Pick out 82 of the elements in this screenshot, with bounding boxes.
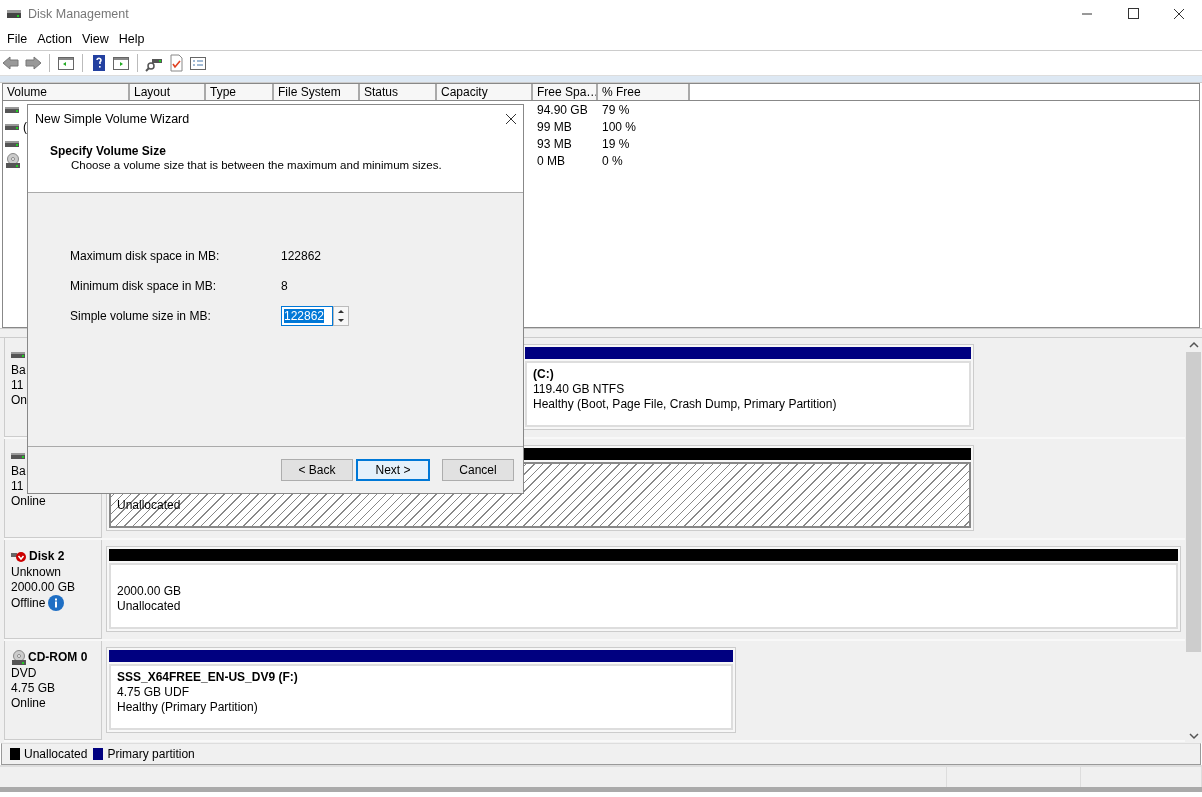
menu-item[interactable]: Help bbox=[113, 32, 150, 46]
field-label: Maximum disk space in MB: bbox=[70, 249, 221, 263]
menu-item[interactable]: File bbox=[2, 32, 33, 46]
table-cell: 99 MB bbox=[537, 119, 572, 134]
table-cell: 79 % bbox=[602, 102, 630, 117]
partition-status: Unallocated bbox=[117, 599, 182, 614]
help-icon[interactable] bbox=[90, 54, 108, 72]
disk-info: On bbox=[11, 393, 27, 408]
spin-buttons[interactable] bbox=[333, 306, 349, 326]
disk-drive-icon bbox=[5, 105, 19, 114]
wizard-heading: Specify Volume Size bbox=[50, 144, 167, 158]
disk-info: 11 bbox=[11, 479, 24, 494]
column-header[interactable]: Type bbox=[206, 84, 274, 100]
partition-status: Healthy (Primary Partition) bbox=[117, 700, 259, 715]
partition-size: 119.40 GB NTFS bbox=[533, 382, 626, 397]
menu-item[interactable]: Action bbox=[32, 32, 77, 46]
forward-arrow-icon[interactable] bbox=[24, 54, 42, 72]
disk-drive-icon bbox=[11, 451, 25, 460]
field-value: 8 bbox=[281, 279, 288, 293]
legend-label: Primary partition bbox=[107, 747, 195, 761]
table-cell: 0 % bbox=[602, 153, 623, 168]
wizard-subtitle: Choose a volume size that is between the maximum and minimum sizes. bbox=[70, 159, 443, 171]
partition-block[interactable]: SSS_X64FREE_EN-US_DV9 (F:) 4.75 GB UDF Healthy (Primary Partition) bbox=[106, 647, 736, 733]
column-header[interactable]: % Free bbox=[598, 84, 690, 100]
partition-size: 4.75 GB UDF bbox=[117, 685, 191, 700]
disk-info: Ba bbox=[11, 464, 26, 479]
dialog-button[interactable]: Cancel bbox=[442, 459, 514, 481]
column-header[interactable]: Capacity bbox=[437, 84, 533, 100]
field-value: 122862 bbox=[281, 249, 322, 263]
disk-label-panel[interactable]: CD-ROM 0 DVD 4.75 GB Online bbox=[4, 641, 102, 740]
disk-info: Offline bbox=[11, 595, 46, 611]
partition-status: Healthy (Boot, Page File, Crash Dump, Primary Partition) bbox=[533, 397, 838, 412]
dialog-title: New Simple Volume Wizard bbox=[35, 112, 190, 126]
disk-info: 2000.00 GB bbox=[11, 580, 76, 595]
dialog-button[interactable]: < Back bbox=[281, 459, 353, 481]
partition-status: Unallocated bbox=[117, 498, 182, 513]
disk-name: Disk 2 bbox=[29, 549, 65, 564]
partition-name: (C:) bbox=[533, 367, 555, 382]
cd-drive-icon bbox=[11, 650, 26, 665]
table-cell: 100 % bbox=[602, 119, 637, 134]
panel-icon[interactable] bbox=[112, 54, 130, 72]
window-title: Disk Management bbox=[28, 7, 129, 21]
size-field[interactable]: 122862 bbox=[281, 306, 333, 326]
dialog-button[interactable]: Next > bbox=[356, 459, 430, 481]
disk-info: DVD bbox=[11, 666, 37, 681]
partition-block[interactable]: (C:) 119.40 GB NTFS Healthy (Boot, Page File, Crash Dump, Primary Partition) bbox=[522, 344, 974, 430]
column-header[interactable]: Volume bbox=[3, 84, 130, 100]
legend-label: Unallocated bbox=[24, 747, 88, 761]
partition-size: 2000.00 GB bbox=[117, 584, 183, 599]
menu-item[interactable]: View bbox=[76, 32, 114, 46]
column-header[interactable]: Layout bbox=[130, 84, 206, 100]
table-cell: 94.90 GB bbox=[537, 102, 588, 117]
column-header[interactable]: Status bbox=[360, 84, 437, 100]
column-header[interactable]: Free Spa… bbox=[533, 84, 598, 100]
back-arrow-icon[interactable] bbox=[2, 54, 20, 72]
disk-drive-icon bbox=[11, 350, 25, 359]
panel-icon[interactable] bbox=[57, 54, 75, 72]
disk-drive-icon bbox=[6, 7, 22, 21]
field-label: Minimum disk space in MB: bbox=[70, 279, 218, 293]
disk-info: Ba bbox=[11, 363, 26, 378]
table-cell: 93 MB bbox=[537, 136, 572, 151]
cd-drive-icon bbox=[5, 153, 20, 168]
disk-info: Online bbox=[11, 494, 46, 509]
disk-info: Online bbox=[11, 696, 46, 711]
offline-disk-icon bbox=[11, 549, 27, 564]
disk-label-panel[interactable]: Disk 2 Unknown 2000.00 GB Offline bbox=[4, 540, 102, 639]
close-icon[interactable] bbox=[505, 113, 517, 125]
list-icon[interactable] bbox=[189, 54, 207, 72]
table-cell: 19 % bbox=[602, 136, 630, 151]
disk-info: 4.75 GB bbox=[11, 681, 56, 696]
disk-info: 11 bbox=[11, 378, 24, 393]
table-cell: 0 MB bbox=[537, 153, 565, 168]
disk-info: Unknown bbox=[11, 565, 62, 580]
partition-block[interactable]: 2000.00 GB Unallocated bbox=[106, 546, 1181, 632]
disk-drive-icon bbox=[5, 122, 19, 131]
partition-name: SSS_X64FREE_EN-US_DV9 (F:) bbox=[117, 670, 299, 685]
table-cell: ( bbox=[23, 119, 27, 134]
field-label: Simple volume size in MB: bbox=[70, 309, 212, 323]
column-header[interactable]: File System bbox=[274, 84, 360, 100]
disk-name: CD-ROM 0 bbox=[28, 650, 88, 665]
checklist-icon[interactable] bbox=[167, 54, 185, 72]
disk-drive-icon bbox=[5, 139, 19, 148]
